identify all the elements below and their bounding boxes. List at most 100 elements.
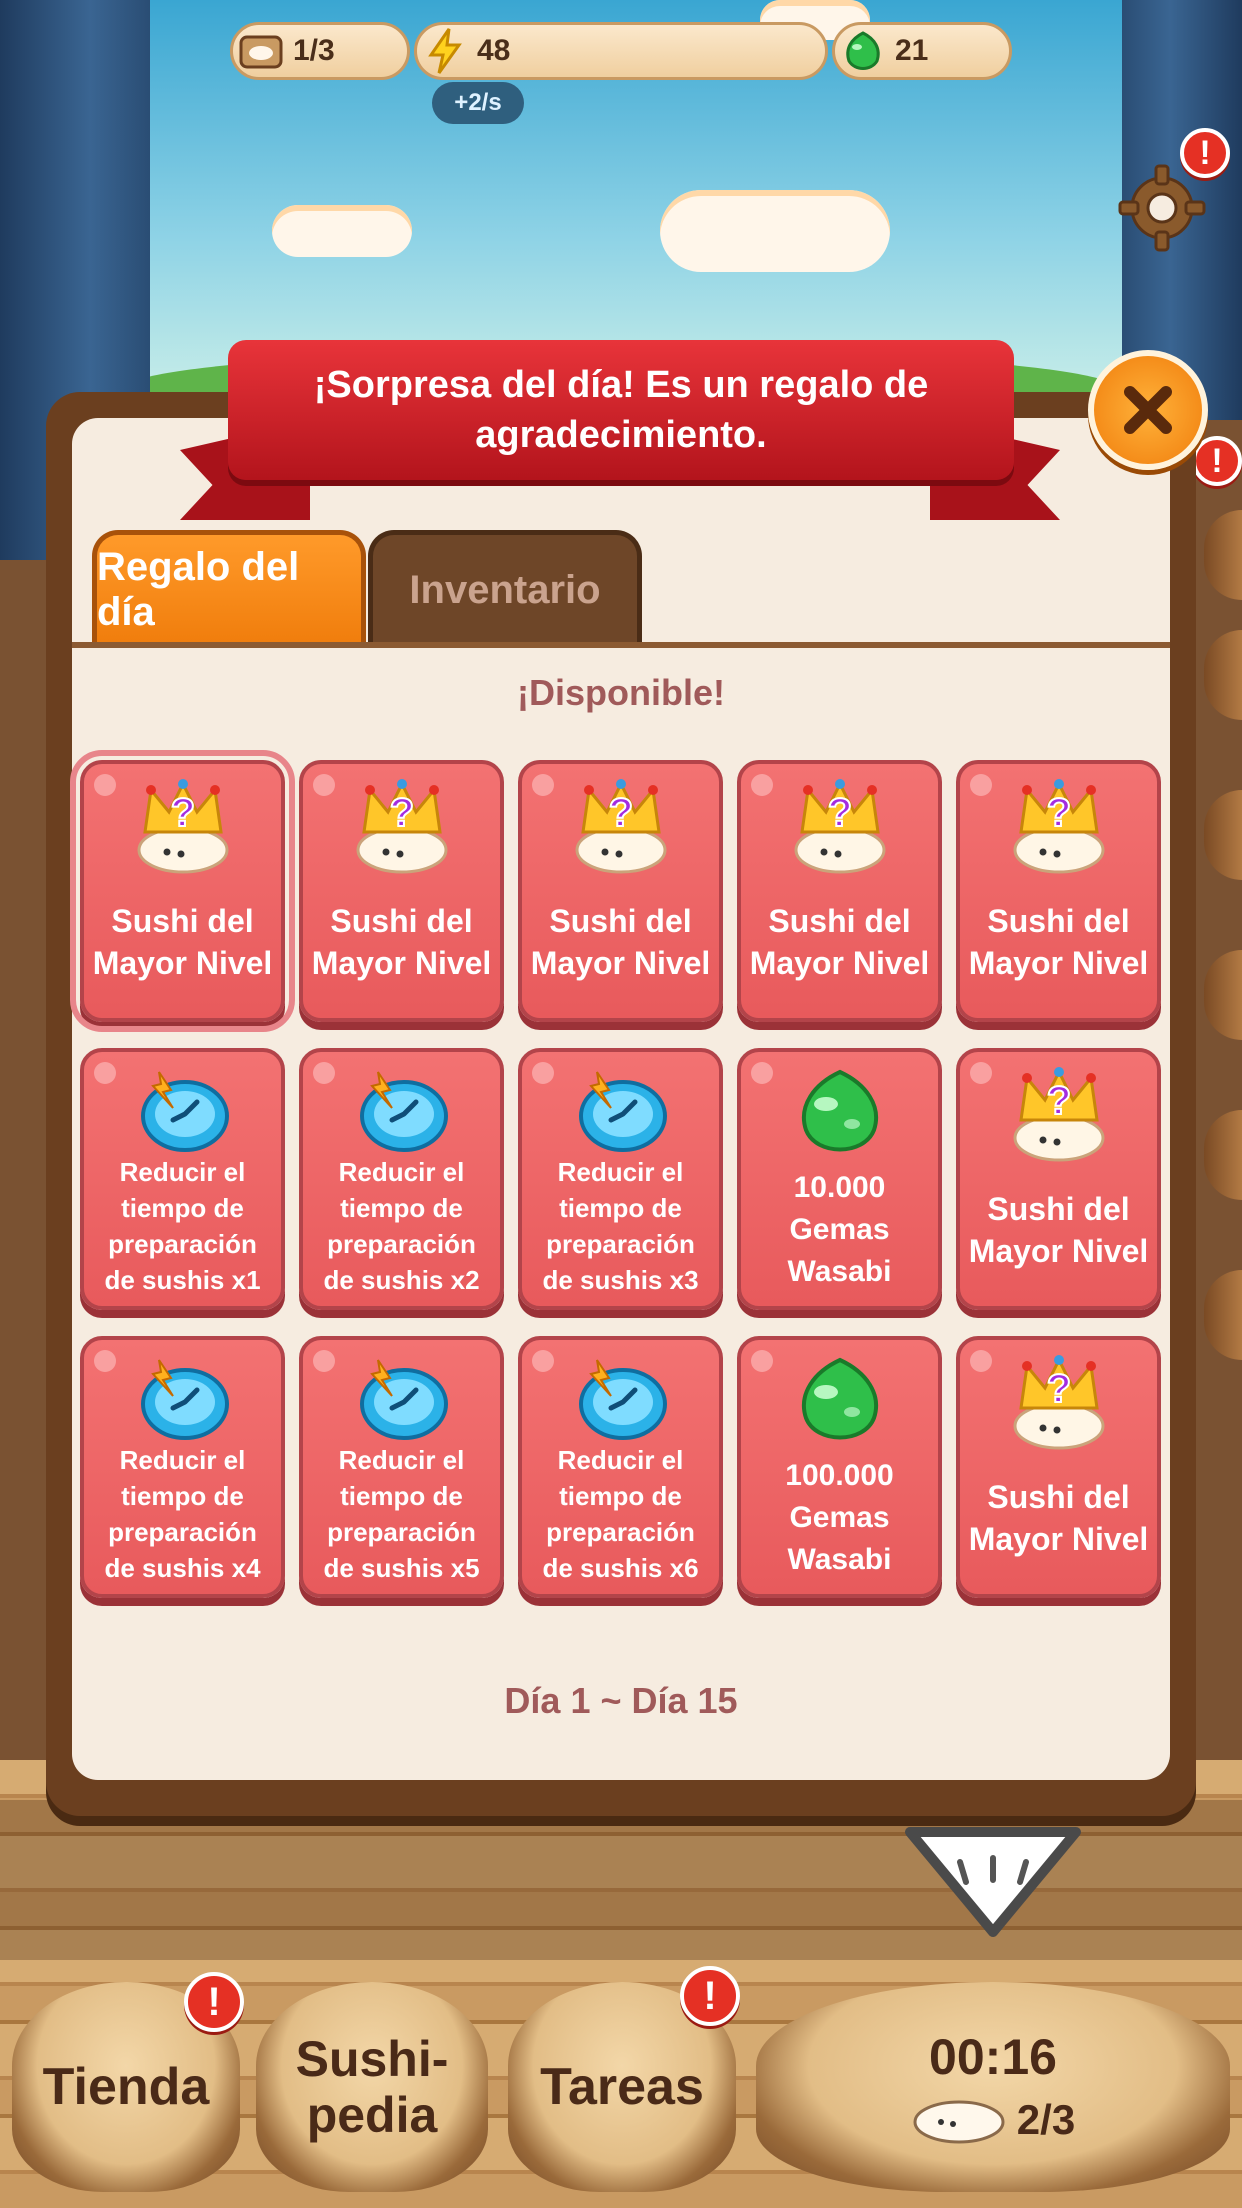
plates-counter[interactable]: 1/3 xyxy=(230,22,410,80)
close-button[interactable] xyxy=(1088,350,1208,470)
side-menu-tab[interactable] xyxy=(1204,1110,1242,1200)
tasks-label: Tareas xyxy=(540,2058,704,2116)
ribbon-line-2: agradecimiento. xyxy=(475,414,767,456)
reward-card[interactable]: Reducir el tiempo de preparación de sush… xyxy=(80,1048,285,1310)
card-indicator-dot xyxy=(94,1062,116,1084)
reward-label: Sushi del Mayor Nivel xyxy=(968,1479,1149,1557)
speedup-clock-icon xyxy=(347,1352,457,1442)
mystery-sushi-icon: ? xyxy=(128,776,238,876)
collapse-panel-button[interactable] xyxy=(900,1812,1086,1942)
close-icon xyxy=(1124,386,1172,434)
gems-value: 21 xyxy=(895,34,929,67)
reward-card[interactable]: ? Sushi del Mayor Nivel xyxy=(956,1336,1161,1598)
side-menu-tab[interactable] xyxy=(1204,950,1242,1040)
card-indicator-dot xyxy=(94,1350,116,1372)
side-menu-tab[interactable] xyxy=(1204,1270,1242,1360)
reward-card[interactable]: ? Sushi del Mayor Nivel xyxy=(70,750,295,1032)
ribbon-line-1: ¡Sorpresa del día! Es un regalo de xyxy=(313,364,929,406)
svg-text:?: ? xyxy=(1046,1079,1070,1123)
mystery-sushi-icon: ? xyxy=(566,776,676,876)
card-indicator-dot xyxy=(313,774,335,796)
reward-card[interactable]: ? Sushi del Mayor Nivel xyxy=(956,760,1161,1022)
sushipedia-label-2: pedia xyxy=(306,2087,438,2143)
reward-label: Sushi del Mayor Nivel xyxy=(530,903,711,981)
cloud xyxy=(272,205,412,257)
mystery-sushi-icon: ? xyxy=(785,776,895,876)
card-indicator-dot xyxy=(751,774,773,796)
speedup-clock-icon xyxy=(347,1064,457,1154)
reward-label: Reducir el tiempo de preparación de sush… xyxy=(323,1157,480,1295)
shop-label: Tienda xyxy=(42,2058,210,2116)
card-indicator-dot xyxy=(970,774,992,796)
speedup-clock-icon xyxy=(128,1064,238,1154)
card-indicator-dot xyxy=(313,1062,335,1084)
card-indicator-dot xyxy=(751,1350,773,1372)
reward-card[interactable]: ? Sushi del Mayor Nivel xyxy=(737,760,942,1022)
reward-label: Reducir el tiempo de preparación de sush… xyxy=(542,1445,699,1583)
side-menu-tab[interactable] xyxy=(1204,510,1242,600)
plates-value: 1/3 xyxy=(293,34,335,67)
day-range: Día 1 ~ Día 15 xyxy=(504,1680,738,1721)
reward-card[interactable]: 100.000 Gemas Wasabi xyxy=(737,1336,942,1598)
card-indicator-dot xyxy=(970,1350,992,1372)
reward-label: Reducir el tiempo de preparación de sush… xyxy=(323,1445,480,1583)
card-indicator-dot xyxy=(970,1062,992,1084)
shop-alert-badge: ! xyxy=(184,1972,244,2032)
reward-card[interactable]: Reducir el tiempo de preparación de sush… xyxy=(299,1048,504,1310)
plate-icon xyxy=(237,27,285,75)
speedup-clock-icon xyxy=(566,1064,676,1154)
chevron-down-icon xyxy=(905,1827,1081,1937)
reward-card[interactable]: ? Sushi del Mayor Nivel xyxy=(956,1048,1161,1310)
side-menu-tab[interactable] xyxy=(1204,630,1242,720)
card-indicator-dot xyxy=(94,774,116,796)
reward-card[interactable]: Reducir el tiempo de preparación de sush… xyxy=(299,1336,504,1598)
side-menu-tab[interactable] xyxy=(1204,790,1242,880)
speedup-clock-icon xyxy=(566,1352,676,1442)
reward-card[interactable]: Reducir el tiempo de preparación de sush… xyxy=(80,1336,285,1598)
sushi-capacity: 2/3 xyxy=(911,2094,1075,2146)
gems-counter[interactable]: 21 xyxy=(832,22,1012,80)
reward-label: Sushi del Mayor Nivel xyxy=(968,1191,1149,1269)
timer-value: 00:16 xyxy=(929,2029,1057,2085)
svg-text:?: ? xyxy=(827,791,851,835)
card-indicator-dot xyxy=(532,1350,554,1372)
tasks-alert-badge: ! xyxy=(680,1966,740,2026)
card-indicator-dot xyxy=(532,774,554,796)
energy-counter[interactable]: 48 xyxy=(414,22,828,80)
tab-divider xyxy=(72,642,1170,648)
mystery-sushi-icon: ? xyxy=(347,776,457,876)
reward-label: Sushi del Mayor Nivel xyxy=(749,903,930,981)
svg-text:?: ? xyxy=(170,791,194,835)
energy-rate-badge: +2/s xyxy=(432,82,524,124)
svg-text:?: ? xyxy=(1046,1367,1070,1411)
cloud xyxy=(660,190,890,272)
speedup-clock-icon xyxy=(128,1352,238,1442)
sushi-timer-button[interactable]: 00:16 2/3 xyxy=(756,1982,1230,2192)
reward-card[interactable]: ? Sushi del Mayor Nivel xyxy=(299,760,504,1022)
reward-grid: ? Sushi del Mayor Nivel? Sushi del Mayor N… xyxy=(70,750,1162,1598)
reward-label: Reducir el tiempo de preparación de sush… xyxy=(104,1445,261,1583)
tab-inventory[interactable]: Inventario xyxy=(368,530,642,645)
reward-card[interactable]: Reducir el tiempo de preparación de sush… xyxy=(518,1336,723,1598)
reward-card[interactable]: 10.000 Gemas Wasabi xyxy=(737,1048,942,1310)
capacity-value: 2/3 xyxy=(1016,2096,1076,2143)
reward-label: Sushi del Mayor Nivel xyxy=(311,903,492,981)
reward-label: Sushi del Mayor Nivel xyxy=(968,903,1149,981)
tab-daily-gift[interactable]: Regalo del día xyxy=(92,530,366,645)
reward-label: Reducir el tiempo de preparación de sush… xyxy=(104,1157,261,1295)
mystery-sushi-icon: ? xyxy=(1004,1352,1114,1452)
svg-text:?: ? xyxy=(608,791,632,835)
reward-label: 10.000 Gemas Wasabi xyxy=(787,1171,892,1288)
side-alert-badge: ! xyxy=(1192,436,1242,486)
reward-card[interactable]: ? Sushi del Mayor Nivel xyxy=(518,760,723,1022)
card-indicator-dot xyxy=(751,1062,773,1084)
sushipedia-button[interactable]: Sushi- pedia xyxy=(256,1982,488,2192)
wasabi-gem-icon xyxy=(839,27,887,75)
settings-alert-badge: ! xyxy=(1180,128,1230,178)
mystery-sushi-icon: ? xyxy=(1004,776,1114,876)
reward-label: Reducir el tiempo de preparación de sush… xyxy=(542,1157,699,1295)
sushipedia-label-1: Sushi- xyxy=(295,2031,449,2087)
lightning-icon xyxy=(421,27,469,75)
reward-card[interactable]: Reducir el tiempo de preparación de sush… xyxy=(518,1048,723,1310)
reward-label: Sushi del Mayor Nivel xyxy=(92,903,273,981)
